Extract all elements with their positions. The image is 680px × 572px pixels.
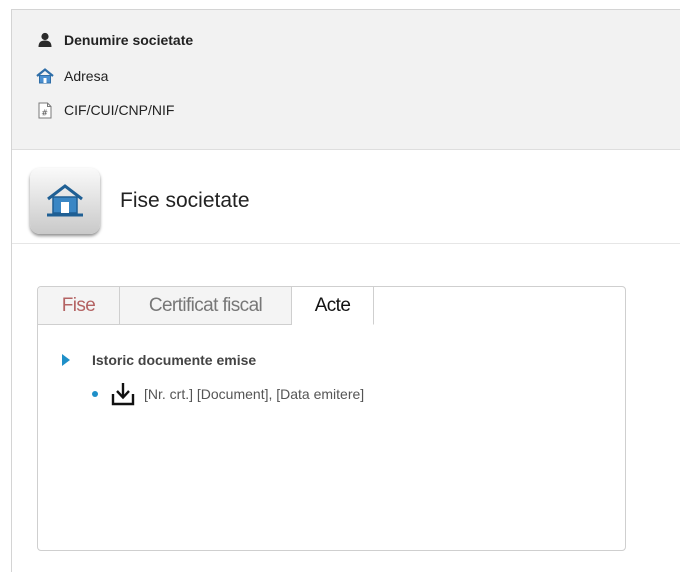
expand-arrow-icon[interactable] [62, 354, 70, 366]
page-title: Fise societate [120, 189, 250, 212]
company-fiscal-code: CIF/CUI/CNP/NIF [64, 102, 175, 118]
tabs-panel: Fise Certificat fiscal Acte Istoric docu… [37, 286, 626, 551]
person-icon [36, 31, 54, 49]
list-item: [Nr. crt.] [Document], [Data emitere] [92, 381, 364, 407]
tab-fise[interactable]: Fise [38, 287, 120, 325]
company-address-row: Adresa [36, 66, 108, 86]
company-address: Adresa [64, 68, 109, 84]
tree-node-istoric[interactable]: Istoric documente emise [56, 349, 364, 371]
tab-certificat-fiscal[interactable]: Certificat fiscal [120, 287, 292, 325]
company-info-box: Denumire societate Adresa # CIF/CUI/CNP/… [12, 10, 680, 150]
company-name: Denumire societate [64, 32, 194, 48]
svg-text:#: # [41, 108, 48, 117]
page-header: Fise societate [12, 151, 680, 244]
company-fiscal-row: # CIF/CUI/CNP/NIF [36, 100, 174, 120]
document-entry-text[interactable]: [Nr. crt.] [Document], [Data emitere] [144, 386, 364, 402]
tab-bar: Fise Certificat fiscal Acte [38, 287, 374, 325]
house-icon [36, 67, 54, 85]
company-name-row: Denumire societate [36, 30, 193, 50]
tree-node-label: Istoric documente emise [92, 352, 257, 368]
company-house-icon [30, 168, 100, 234]
tab-acte[interactable]: Acte [292, 287, 374, 325]
documents-tree: Istoric documente emise [Nr. crt.] [Docu… [56, 349, 364, 407]
bullet-icon [92, 391, 98, 397]
document-hash-icon: # [36, 101, 54, 119]
company-window: Denumire societate Adresa # CIF/CUI/CNP/… [11, 9, 680, 572]
download-icon[interactable] [110, 381, 136, 407]
